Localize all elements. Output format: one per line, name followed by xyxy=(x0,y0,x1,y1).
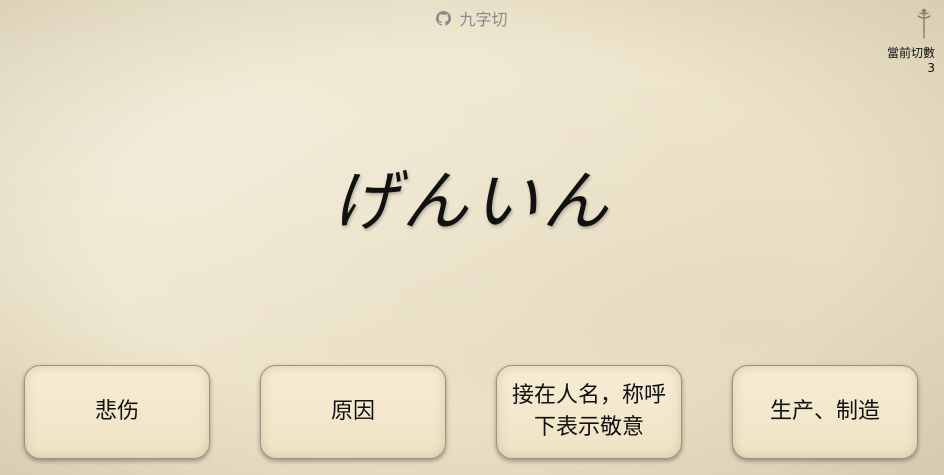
counter-label: 當前切數 xyxy=(886,46,935,60)
sword-icon xyxy=(914,8,934,40)
app-header: 九字切 xyxy=(0,6,944,30)
answer-option-2[interactable]: 原因 xyxy=(260,365,446,459)
question-kana: げんいん xyxy=(332,163,612,240)
answer-option-4[interactable]: 生产、制造 xyxy=(732,365,918,459)
answer-options: 悲伤 原因 接在人名，称呼下表示敬意 生产、制造 xyxy=(0,365,944,461)
answer-option-3[interactable]: 接在人名，称呼下表示敬意 xyxy=(496,365,682,459)
answer-option-1[interactable]: 悲伤 xyxy=(24,365,210,459)
slash-counter: 當前切數 3 xyxy=(887,46,935,76)
github-icon[interactable] xyxy=(436,10,452,26)
app-title[interactable]: 九字切 xyxy=(459,6,507,30)
counter-value: 3 xyxy=(927,61,935,75)
